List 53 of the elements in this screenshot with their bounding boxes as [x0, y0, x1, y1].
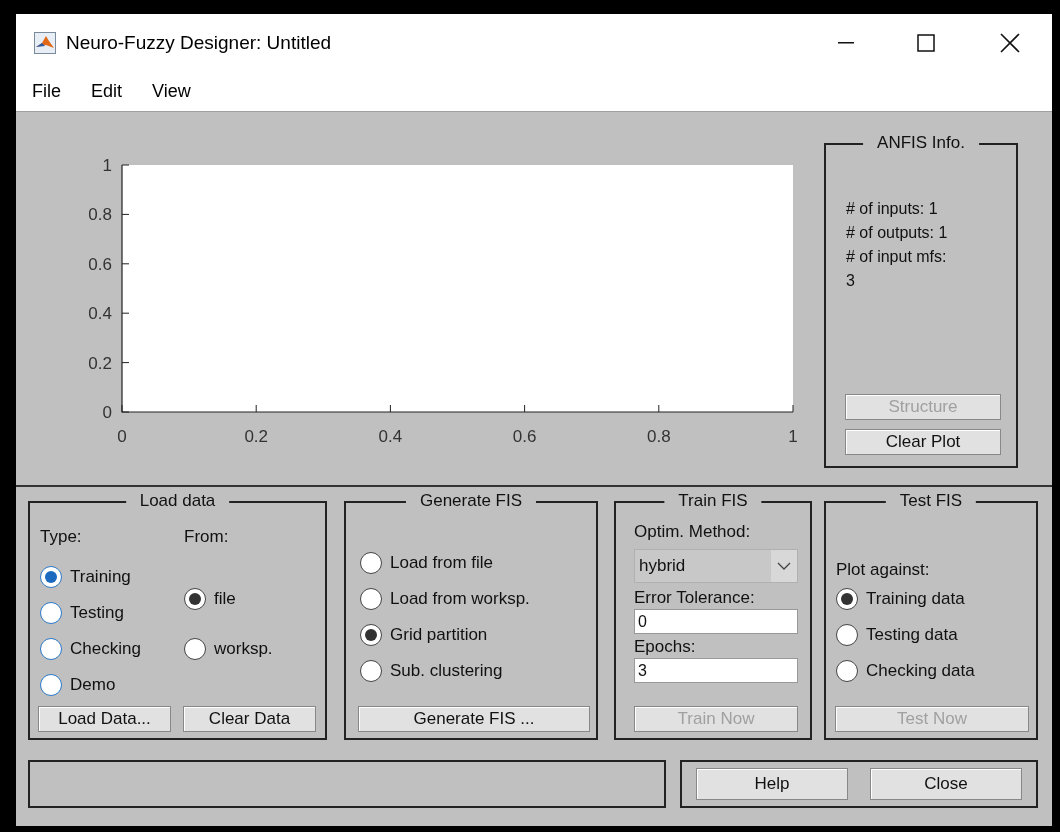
info-text: # of input mfs:: [846, 247, 948, 267]
tick-label: 0.2: [244, 427, 268, 446]
radio-option[interactable]: Training data: [836, 581, 1036, 617]
radio-option[interactable]: Load from file: [360, 545, 596, 581]
radio-option[interactable]: Load from worksp.: [360, 581, 596, 617]
menu-item[interactable]: Edit: [91, 78, 123, 105]
close-icon: [1000, 33, 1020, 53]
dialog-button[interactable]: Close: [870, 768, 1022, 800]
tick-label: 0.4: [378, 427, 403, 446]
tolerance-field[interactable]: 0: [634, 609, 798, 634]
field-label: Type:: [40, 527, 82, 547]
tick-label: 0: [102, 403, 112, 422]
info-text: # of outputs: 1: [846, 223, 949, 243]
tick-label: 0.8: [647, 427, 671, 446]
tick-label: 0.2: [88, 353, 112, 373]
radio-option[interactable]: Testing data: [836, 617, 1036, 653]
field-label: Epochs:: [634, 636, 696, 658]
window-title: Neuro-Fuzzy Designer: Untitled: [66, 30, 332, 55]
radio-option[interactable]: file: [184, 581, 273, 617]
minimize-icon: [838, 42, 854, 44]
tick-label: 0: [117, 427, 127, 446]
chevron-down-icon: [771, 550, 797, 582]
menu-item[interactable]: View: [152, 78, 191, 105]
field-label: From:: [184, 527, 229, 547]
radio-option[interactable]: Checking: [40, 631, 184, 667]
info-text: 3: [846, 271, 856, 291]
radio-option[interactable]: Testing: [40, 595, 184, 631]
generate-button[interactable]: Generate FIS ...: [358, 706, 590, 732]
radio-option[interactable]: Grid partition: [360, 617, 596, 653]
panel-button[interactable]: Load Data...: [38, 706, 171, 732]
tick-label: 0.6: [88, 254, 112, 274]
tick-label: 1: [102, 156, 112, 175]
field-label: Plot against:: [836, 559, 930, 581]
radio-option[interactable]: Sub. clustering: [360, 653, 596, 689]
field-label: Error Tolerance:: [634, 587, 755, 609]
epochs-field[interactable]: 3: [634, 658, 798, 683]
radio-option[interactable]: Demo: [40, 667, 184, 703]
radio-option[interactable]: Training: [40, 559, 184, 595]
method-dropdown[interactable]: hybrid: [634, 549, 798, 583]
tick-label: 0.8: [88, 205, 112, 225]
tick-label: 0.4: [88, 304, 112, 324]
field-label: Optim. Method:: [634, 521, 751, 543]
menu-item[interactable]: File: [32, 78, 61, 105]
radio-option[interactable]: worksp.: [184, 631, 273, 667]
tick-label: 0.6: [512, 427, 537, 446]
maximize-icon: [917, 34, 935, 52]
tick-label: 1: [788, 427, 798, 446]
peak-icon: [34, 32, 56, 54]
panel-button[interactable]: Clear Plot: [845, 429, 1001, 455]
radio-option[interactable]: Checking data: [836, 653, 1036, 689]
dialog-button[interactable]: Help: [696, 768, 848, 800]
panel-button[interactable]: Clear Data: [183, 706, 316, 732]
info-text: # of inputs: 1: [846, 199, 939, 219]
